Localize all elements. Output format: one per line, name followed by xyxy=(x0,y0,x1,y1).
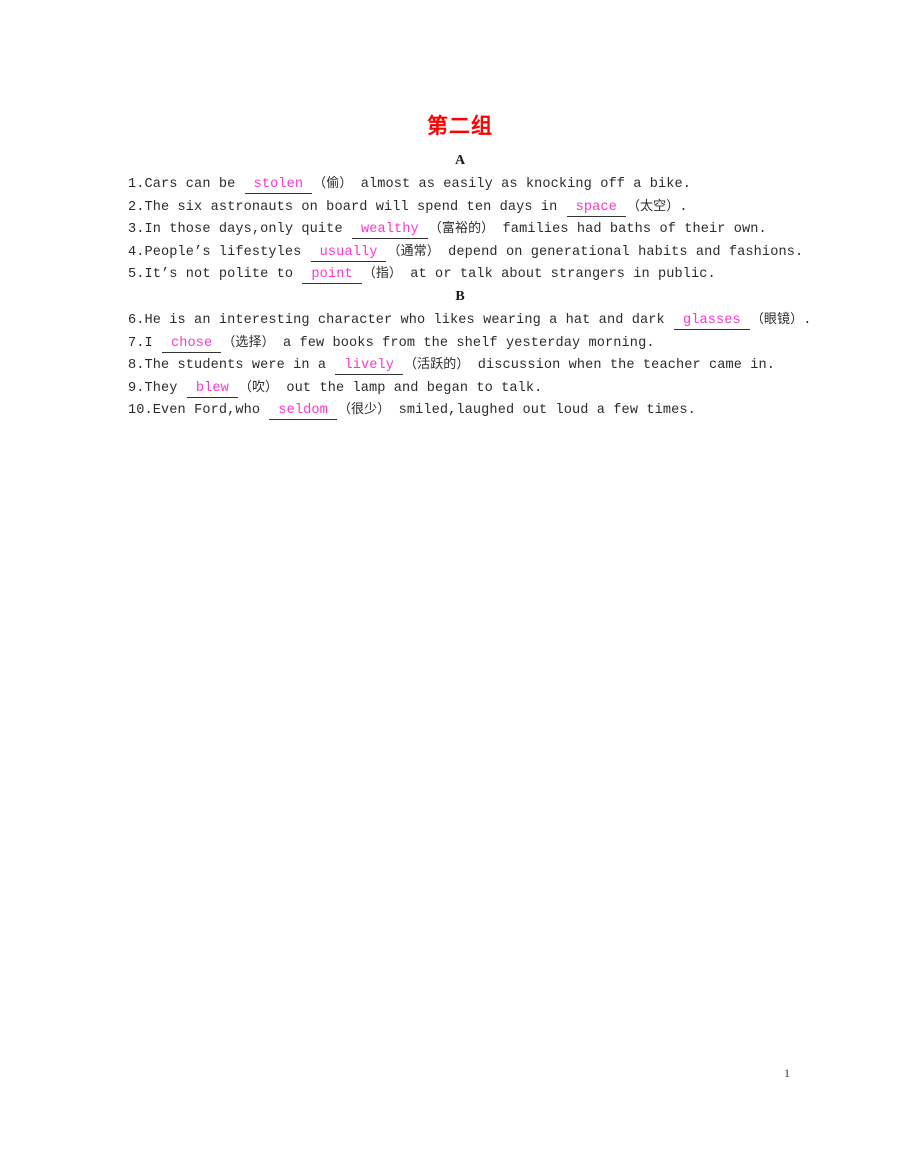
question-text-after: out the lamp and began to talk. xyxy=(278,380,543,396)
question-text-before: Even Ford,who xyxy=(152,403,269,419)
question-row: 4.People’s lifestyles usually （通常） depend… xyxy=(128,241,828,264)
chinese-hint: （选择） xyxy=(222,334,275,350)
question-row: 6.He is an interesting character who lik… xyxy=(128,309,828,332)
question-text-after: a few books from the shelf yesterday mor… xyxy=(274,335,655,351)
question-number: 5. xyxy=(128,267,145,283)
question-row: 3.In those days,only quite wealthy （富裕的） … xyxy=(128,218,828,241)
question-text-after: almost as easily as knocking off a bike. xyxy=(352,177,692,192)
section-heading-b: B xyxy=(455,289,465,304)
question-number: 6. xyxy=(128,313,145,328)
answer-blank[interactable]: seldom xyxy=(269,403,337,421)
question-number: 2. xyxy=(128,199,145,215)
chinese-hint: （太空） xyxy=(626,198,680,214)
question-text-before: He is an interesting character who likes… xyxy=(144,313,673,328)
question-text-after: families had baths of their own. xyxy=(494,222,767,238)
chinese-hint: （通常） xyxy=(387,243,440,259)
question-row: 8.The students were in a lively （活跃的） dis… xyxy=(128,354,828,377)
question-row: 7.I chose （选择） a few books from the shelf… xyxy=(128,332,828,355)
question-text-after: depend on generational habits and fashio… xyxy=(439,244,804,260)
chinese-hint: （偷） xyxy=(313,176,353,191)
question-text-before: In those days,only quite xyxy=(144,222,351,238)
answer-blank[interactable]: wealthy xyxy=(351,222,428,240)
answer-blank[interactable]: blew xyxy=(186,381,238,398)
question-text-before: The students were in a xyxy=(144,358,335,374)
question-text-before: I xyxy=(144,335,162,351)
question-text-before: The six astronauts on board will spend t… xyxy=(144,199,566,215)
chinese-hint: （富裕的） xyxy=(428,221,495,237)
question-row: 2.The six astronauts on board will spend… xyxy=(128,196,828,219)
question-row: 1.Cars can be stolen （偷） almost as easily… xyxy=(128,173,828,196)
worksheet-page: 第二组 A 1.Cars can be stolen （偷） almost as … xyxy=(0,0,920,1156)
question-row: 5.It’s not polite to point （指） at or talk… xyxy=(128,263,828,286)
question-number: 8. xyxy=(128,358,145,374)
question-number: 9. xyxy=(128,380,145,396)
question-text-before: People’s lifestyles xyxy=(144,244,310,260)
question-row: 9.They blew （吹） out the lamp and began to… xyxy=(128,377,828,400)
question-number: 4. xyxy=(128,244,145,260)
question-number: 3. xyxy=(128,222,145,238)
question-text-after: . xyxy=(679,199,688,215)
answer-blank[interactable]: glasses xyxy=(674,313,750,330)
chinese-hint: （很少） xyxy=(337,402,391,418)
question-text-after: discussion when the teacher came in. xyxy=(469,358,776,374)
answer-blank[interactable]: lively xyxy=(335,358,403,376)
chinese-hint: （指） xyxy=(362,266,403,282)
question-text-after: . xyxy=(803,313,812,328)
chinese-hint: （吹） xyxy=(238,379,279,395)
question-list-a: 1.Cars can be stolen （偷） almost as easily… xyxy=(128,173,828,286)
question-number: 7. xyxy=(128,335,145,351)
section-heading-a: A xyxy=(454,153,466,168)
page-number: 1 xyxy=(784,1066,790,1080)
question-row: 10.Even Ford,who seldom （很少） smiled,laugh… xyxy=(128,399,828,422)
question-text-before: They xyxy=(144,380,186,396)
question-text-after: at or talk about strangers in public. xyxy=(402,267,716,283)
question-list-b: 6.He is an interesting character who lik… xyxy=(128,309,828,422)
question-text-before: It’s not polite to xyxy=(144,267,302,283)
chinese-hint: （眼镜） xyxy=(750,312,804,327)
answer-blank[interactable]: usually xyxy=(310,245,387,262)
question-number: 1. xyxy=(128,177,145,192)
page-title: 第二组 xyxy=(427,114,493,138)
chinese-hint: （活跃的） xyxy=(404,357,470,373)
answer-blank[interactable]: chose xyxy=(162,336,222,353)
answer-blank[interactable]: stolen xyxy=(244,177,313,194)
question-number: 10. xyxy=(128,403,153,419)
answer-blank[interactable]: space xyxy=(566,200,626,217)
answer-blank[interactable]: point xyxy=(302,267,362,285)
question-text-before: Cars can be xyxy=(144,177,244,192)
question-text-after: smiled,laughed out loud a few times. xyxy=(390,403,696,419)
